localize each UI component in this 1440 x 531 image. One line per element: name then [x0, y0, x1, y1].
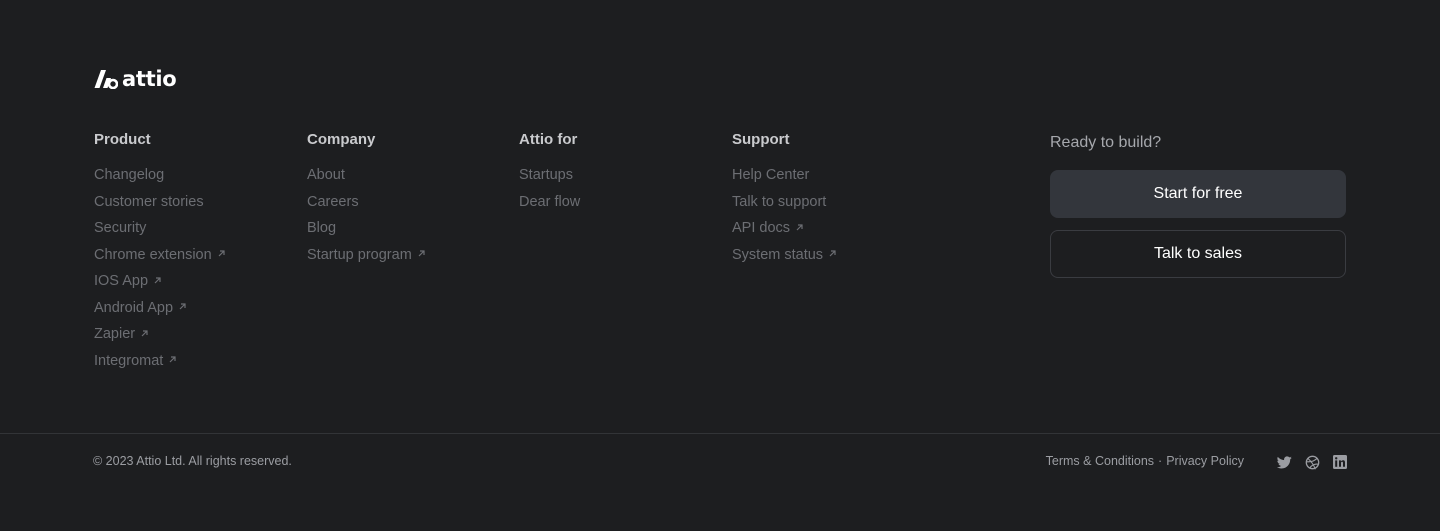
cta-title: Ready to build? — [1050, 134, 1162, 151]
social-links — [1276, 454, 1348, 470]
footer-link-system-status[interactable]: System status — [732, 242, 837, 269]
footer-link-about[interactable]: About — [307, 162, 426, 189]
button-label: Start for free — [1153, 185, 1243, 202]
footer-column-support: Support Help Center Talk to support API … — [732, 131, 837, 268]
legal-links: Terms & Conditions · Privacy Policy — [1046, 453, 1244, 470]
external-link-icon — [168, 355, 177, 364]
external-link-icon — [178, 302, 187, 311]
footer-link-startups[interactable]: Startups — [519, 162, 580, 189]
link-list: Help Center Talk to support API docs Sys… — [732, 162, 837, 268]
footer-link-android-app[interactable]: Android App — [94, 295, 226, 322]
talk-to-sales-button[interactable]: Talk to sales — [1050, 230, 1346, 278]
footer-link-zapier[interactable]: Zapier — [94, 321, 226, 348]
twitter-icon[interactable] — [1276, 454, 1292, 470]
footer-link-careers[interactable]: Careers — [307, 189, 426, 216]
footer-link-talk-to-support[interactable]: Talk to support — [732, 189, 837, 216]
link-list: About Careers Blog Startup program — [307, 162, 426, 268]
brand-name: attio — [122, 67, 177, 91]
footer-divider — [0, 433, 1440, 434]
brand-logo[interactable]: attio — [94, 67, 177, 91]
footer-link-chrome-extension[interactable]: Chrome extension — [94, 242, 226, 269]
start-for-free-button[interactable]: Start for free — [1050, 170, 1346, 218]
external-link-icon — [140, 329, 149, 338]
column-heading: Attio for — [519, 131, 578, 148]
dribbble-icon[interactable] — [1304, 454, 1320, 470]
footer-link-api-docs[interactable]: API docs — [732, 215, 837, 242]
external-link-icon — [828, 249, 837, 258]
link-list: Startups Dear flow — [519, 162, 580, 215]
footer-link-customer-stories[interactable]: Customer stories — [94, 189, 226, 216]
footer-link-ios-app[interactable]: IOS App — [94, 268, 226, 295]
legal-separator: · — [1158, 454, 1163, 468]
terms-link[interactable]: Terms & Conditions — [1046, 453, 1154, 470]
footer-link-dear-flow[interactable]: Dear flow — [519, 189, 580, 216]
external-link-icon — [153, 276, 162, 285]
footer-link-help-center[interactable]: Help Center — [732, 162, 837, 189]
attio-logo-icon — [94, 69, 118, 89]
column-heading: Product — [94, 131, 151, 148]
footer-column-attio-for: Attio for Startups Dear flow — [519, 131, 580, 215]
link-list: Changelog Customer stories Security Chro… — [94, 162, 226, 374]
external-link-icon — [417, 249, 426, 258]
column-heading: Support — [732, 131, 790, 148]
linkedin-icon[interactable] — [1332, 454, 1348, 470]
privacy-link[interactable]: Privacy Policy — [1166, 453, 1244, 470]
footer-link-integromat[interactable]: Integromat — [94, 348, 226, 375]
column-heading: Company — [307, 131, 376, 148]
footer-column-company: Company About Careers Blog Startup progr… — [307, 131, 426, 268]
footer-column-product: Product Changelog Customer stories Secur… — [94, 131, 226, 374]
external-link-icon — [795, 223, 804, 232]
external-link-icon — [217, 249, 226, 258]
footer-link-startup-program[interactable]: Startup program — [307, 242, 426, 269]
footer-link-security[interactable]: Security — [94, 215, 226, 242]
footer-link-changelog[interactable]: Changelog — [94, 162, 226, 189]
footer-link-blog[interactable]: Blog — [307, 215, 426, 242]
copyright-text: © 2023 Attio Ltd. All rights reserved. — [93, 454, 292, 468]
button-label: Talk to sales — [1153, 245, 1243, 262]
